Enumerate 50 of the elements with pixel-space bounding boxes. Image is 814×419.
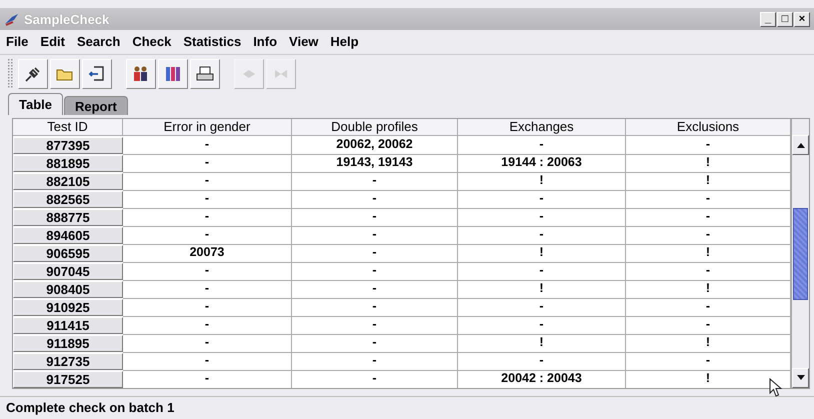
app-icon bbox=[4, 12, 20, 26]
menu-item[interactable]: Info bbox=[253, 34, 278, 50]
menu-item[interactable]: Statistics bbox=[183, 34, 242, 50]
window-control-button[interactable]: _ bbox=[760, 12, 776, 26]
row-header: 907045 bbox=[13, 263, 123, 280]
menu-item[interactable]: Search bbox=[76, 34, 120, 50]
column-header[interactable]: Exclusions bbox=[626, 119, 791, 136]
row-header: 906595 bbox=[13, 245, 123, 262]
vertical-scrollbar[interactable] bbox=[791, 119, 809, 388]
row-header: 877395 bbox=[13, 137, 123, 154]
window-control-button[interactable]: × bbox=[794, 12, 810, 26]
row-header: 882105 bbox=[13, 173, 123, 190]
tab[interactable]: Table bbox=[8, 93, 63, 115]
toolbar-button[interactable] bbox=[82, 59, 112, 89]
menu-item[interactable]: View bbox=[289, 34, 318, 50]
menu-item[interactable]: Edit bbox=[40, 34, 65, 50]
row-header: 911415 bbox=[13, 317, 123, 334]
menu-item[interactable]: Check bbox=[132, 34, 172, 50]
column-header[interactable]: Double profiles bbox=[292, 119, 458, 136]
tab[interactable]: Report bbox=[64, 96, 128, 115]
menu-item[interactable]: Help bbox=[330, 34, 359, 50]
row-header: 912735 bbox=[13, 353, 123, 370]
table-cell: - bbox=[123, 370, 292, 388]
row-header: 888775 bbox=[13, 209, 123, 226]
menu-item[interactable]: File bbox=[6, 34, 28, 50]
scroll-up-button[interactable] bbox=[792, 135, 809, 155]
window-control-button[interactable]: □ bbox=[777, 12, 793, 26]
column-header[interactable]: Exchanges bbox=[458, 119, 626, 136]
toolbar-button[interactable] bbox=[126, 59, 156, 89]
down-triangle-icon bbox=[796, 375, 804, 381]
table-cell: - bbox=[292, 370, 458, 388]
row-header: 910925 bbox=[13, 299, 123, 316]
toolbar-button[interactable] bbox=[190, 59, 220, 89]
scroll-down-button[interactable] bbox=[792, 368, 809, 388]
row-header: 894605 bbox=[13, 227, 123, 244]
up-triangle-icon bbox=[796, 142, 804, 148]
column-header[interactable]: Test ID bbox=[13, 119, 123, 136]
toolbar-button[interactable] bbox=[158, 59, 188, 89]
row-header: 881895 bbox=[13, 155, 123, 172]
row-header: 882565 bbox=[13, 191, 123, 208]
tubes-icon bbox=[163, 64, 183, 84]
row-header: 908405 bbox=[13, 281, 123, 298]
window-title: SampleCheck bbox=[24, 12, 110, 26]
row-header: 917525 bbox=[13, 371, 123, 388]
column-header[interactable]: Error in gender bbox=[123, 119, 292, 136]
row-header: 911895 bbox=[13, 335, 123, 352]
status-text: Complete check on batch 1 bbox=[0, 396, 814, 419]
table-cell: 20042 : 20043 bbox=[458, 370, 626, 388]
toolbar-grip-icon[interactable] bbox=[8, 59, 14, 89]
toolbar-button[interactable] bbox=[18, 59, 48, 89]
